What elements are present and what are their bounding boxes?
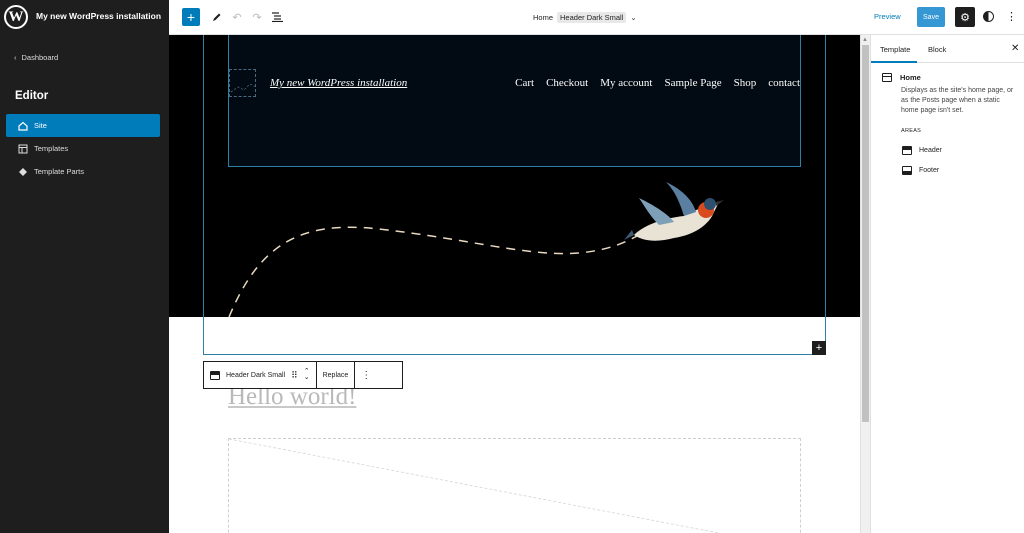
sidebar-item-site[interactable]: Site — [6, 114, 160, 137]
template-part-badge: Header Dark Small — [557, 12, 627, 23]
areas-heading: AREAS — [901, 128, 922, 134]
sidebar-item-label: Template Parts — [34, 167, 85, 176]
sidebar-item-label: Templates — [34, 144, 69, 153]
canvas-scrollbar[interactable]: ▲ — [860, 35, 870, 533]
layout-icon — [18, 144, 28, 154]
redo-button[interactable]: ↷ — [250, 9, 264, 25]
editor-canvas[interactable]: My new WordPress installation Cart Check… — [169, 35, 860, 533]
preview-button[interactable]: Preview — [874, 12, 901, 21]
dashboard-back-link[interactable]: ‹ Dashboard — [14, 53, 58, 62]
template-name: Home — [900, 73, 921, 82]
wordpress-icon: W — [4, 5, 28, 29]
scrollbar-thumb[interactable] — [862, 45, 869, 422]
featured-image-placeholder[interactable] — [228, 438, 801, 533]
active-tab-indicator — [871, 61, 917, 63]
block-name: Header Dark Small — [226, 371, 286, 379]
redo-icon: ↷ — [252, 11, 262, 24]
area-label: Footer — [919, 167, 940, 174]
sidebar-item-label: Site — [34, 121, 47, 130]
block-switcher[interactable]: Header Dark Small ⠿ ⌃ ⌄ — [204, 362, 316, 388]
replace-label: Replace — [322, 371, 349, 379]
wordpress-logo-button[interactable]: W — [0, 0, 32, 34]
block-inserter-button[interactable]: + — [182, 8, 200, 26]
area-item-header[interactable]: Header — [902, 146, 942, 155]
tab-block[interactable]: Block — [928, 45, 946, 54]
site-title[interactable]: My new WordPress installation — [36, 11, 161, 21]
gear-icon: ⚙ — [960, 11, 970, 24]
move-up-down-icon[interactable]: ⌃ ⌄ — [304, 369, 310, 381]
dashed-flight-path — [228, 226, 640, 317]
block-options-button[interactable]: ⋮ — [354, 362, 377, 388]
close-icon[interactable]: ✕ — [1011, 43, 1019, 54]
footer-area-icon — [902, 166, 912, 175]
tab-template[interactable]: Template — [880, 45, 910, 54]
undo-icon: ↶ — [232, 11, 242, 24]
editor-toolbar: + ↶ ↷ Home Header Dark Small ⌄ Preview S… — [169, 0, 1024, 35]
settings-button[interactable]: ⚙ — [955, 7, 975, 27]
area-label: Header — [919, 147, 942, 154]
document-title-dropdown[interactable]: Home Header Dark Small ⌄ — [533, 12, 637, 23]
header-template-part[interactable]: My new WordPress installation Cart Check… — [169, 35, 860, 317]
plus-icon: + — [815, 341, 823, 354]
more-options-icon[interactable]: ⋮ — [1006, 10, 1017, 23]
sidebar-nav: Site Templates Template Parts — [6, 114, 160, 183]
drag-handle-icon[interactable]: ⠿ — [291, 370, 298, 381]
settings-sidebar: Template Block ✕ Home Displays as the si… — [870, 35, 1024, 533]
bird-illustration — [624, 182, 724, 241]
site-editor-app: W My new WordPress installation ‹ Dashbo… — [0, 0, 1024, 533]
chevron-left-icon: ‹ — [14, 53, 17, 62]
template-card: Home — [882, 73, 921, 82]
chevron-down-icon: ⌄ — [630, 13, 637, 22]
navigation-sidebar: W My new WordPress installation ‹ Dashbo… — [0, 0, 169, 533]
block-toolbar: Header Dark Small ⠿ ⌃ ⌄ Replace ⋮ — [203, 361, 403, 389]
more-vertical-icon: ⋮ — [361, 369, 372, 381]
list-view-button[interactable] — [270, 9, 284, 25]
insert-block-button[interactable]: + — [812, 341, 826, 355]
layout-icon — [882, 73, 892, 82]
tools-button[interactable] — [210, 9, 224, 25]
symbol-icon — [18, 167, 28, 177]
sidebar-item-template-parts[interactable]: Template Parts — [6, 160, 160, 183]
settings-tabs: Template Block ✕ — [871, 35, 1024, 63]
header-area-icon — [902, 146, 912, 155]
dashboard-label: Dashboard — [21, 53, 59, 62]
editor-heading: Editor — [15, 90, 49, 102]
save-button[interactable]: Save — [917, 7, 945, 27]
replace-button[interactable]: Replace — [315, 362, 355, 388]
undo-button[interactable]: ↶ — [230, 9, 244, 25]
home-icon — [18, 121, 28, 131]
sidebar-item-templates[interactable]: Templates — [6, 137, 160, 160]
area-item-footer[interactable]: Footer — [902, 166, 939, 175]
document-title: Home — [533, 13, 554, 22]
header-block-icon — [210, 370, 220, 380]
scroll-up-arrow-icon[interactable]: ▲ — [862, 37, 868, 43]
pencil-icon — [213, 13, 221, 21]
list-view-icon — [271, 12, 283, 22]
template-description: Displays as the site's home page, or as … — [901, 87, 1014, 114]
plus-icon: + — [186, 9, 196, 25]
styles-contrast-icon[interactable] — [983, 11, 994, 22]
